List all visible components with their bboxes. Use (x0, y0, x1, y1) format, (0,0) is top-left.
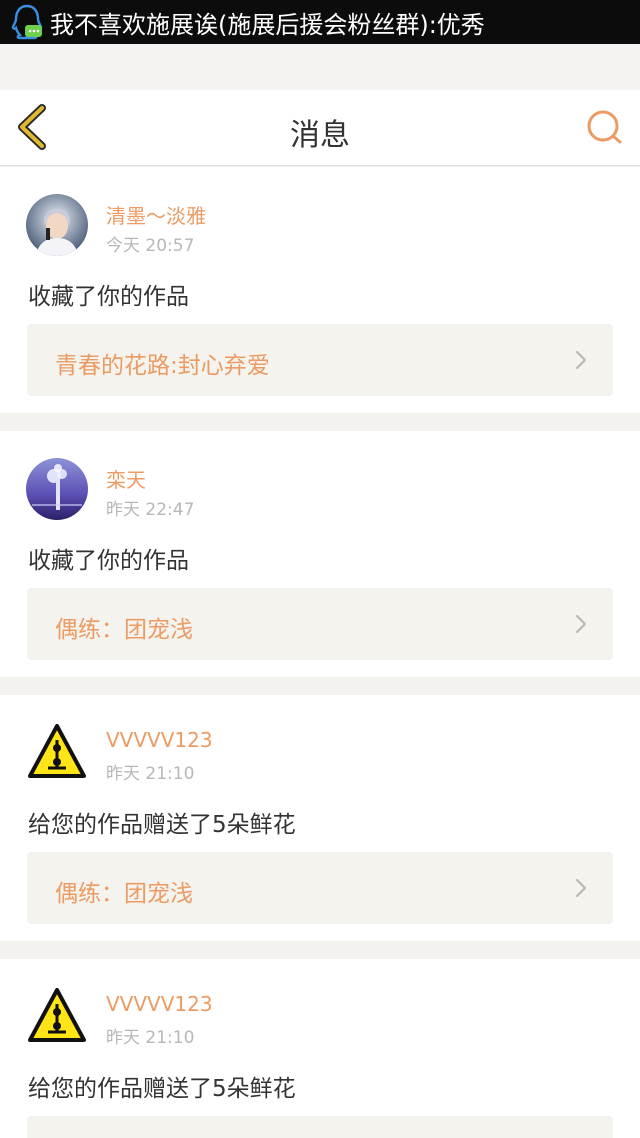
notification-text: 我不喜欢施展诶(施展后援会粉丝群):优秀 (50, 10, 485, 39)
navigation-bar: 消息 (0, 90, 640, 166)
search-icon (587, 110, 622, 144)
message-card[interactable]: VVVVV123 昨天 21:10 给您的作品赠送了5朵鲜花 (0, 959, 640, 1138)
chevron-right-icon (575, 350, 587, 370)
top-spacer (0, 44, 640, 90)
work-link[interactable] (27, 1116, 613, 1138)
message-time: 昨天 21:10 (106, 1028, 195, 1048)
user-avatar[interactable] (26, 458, 88, 520)
message-card[interactable]: 清墨～淡雅 今天 20:57 收藏了你的作品 青春的花路:封心弃爱 (0, 167, 640, 413)
message-action: 收藏了你的作品 (28, 548, 189, 574)
warning-sign-avatar[interactable] (26, 986, 88, 1048)
qq-penguin-icon (10, 3, 44, 41)
user-name[interactable]: 栾天 (106, 464, 146, 493)
chevron-right-icon (575, 878, 587, 898)
chevron-right-icon (575, 614, 587, 634)
user-avatar[interactable] (26, 194, 88, 256)
message-time: 今天 20:57 (106, 236, 195, 256)
page-title: 消息 (290, 118, 350, 153)
message-time: 昨天 22:47 (106, 500, 195, 520)
work-link[interactable]: 青春的花路:封心弃爱 (27, 324, 613, 396)
message-action: 给您的作品赠送了5朵鲜花 (28, 1076, 296, 1102)
message-card[interactable]: VVVVV123 昨天 21:10 给您的作品赠送了5朵鲜花 偶练：团宠浅 (0, 695, 640, 941)
user-name[interactable]: VVVVV123 (106, 992, 213, 1016)
user-name[interactable]: VVVVV123 (106, 728, 213, 752)
work-title: 青春的花路:封心弃爱 (55, 353, 270, 379)
message-action: 给您的作品赠送了5朵鲜花 (28, 812, 296, 838)
message-action: 收藏了你的作品 (28, 284, 189, 310)
message-time: 昨天 21:10 (106, 764, 195, 784)
search-button[interactable] (586, 108, 624, 146)
work-title: 偶练：团宠浅 (55, 881, 193, 907)
message-card[interactable]: 栾天 昨天 22:47 收藏了你的作品 偶练：团宠浅 (0, 431, 640, 677)
work-link[interactable]: 偶练：团宠浅 (27, 852, 613, 924)
work-title: 偶练：团宠浅 (55, 617, 193, 643)
user-name[interactable]: 清墨～淡雅 (106, 200, 206, 229)
work-link[interactable]: 偶练：团宠浅 (27, 588, 613, 660)
notification-bar[interactable]: 我不喜欢施展诶(施展后援会粉丝群):优秀 (0, 0, 640, 44)
screen: 我不喜欢施展诶(施展后援会粉丝群):优秀 消息 清墨～淡雅 今天 20:57 收… (0, 0, 640, 1138)
warning-sign-avatar[interactable] (26, 722, 88, 784)
